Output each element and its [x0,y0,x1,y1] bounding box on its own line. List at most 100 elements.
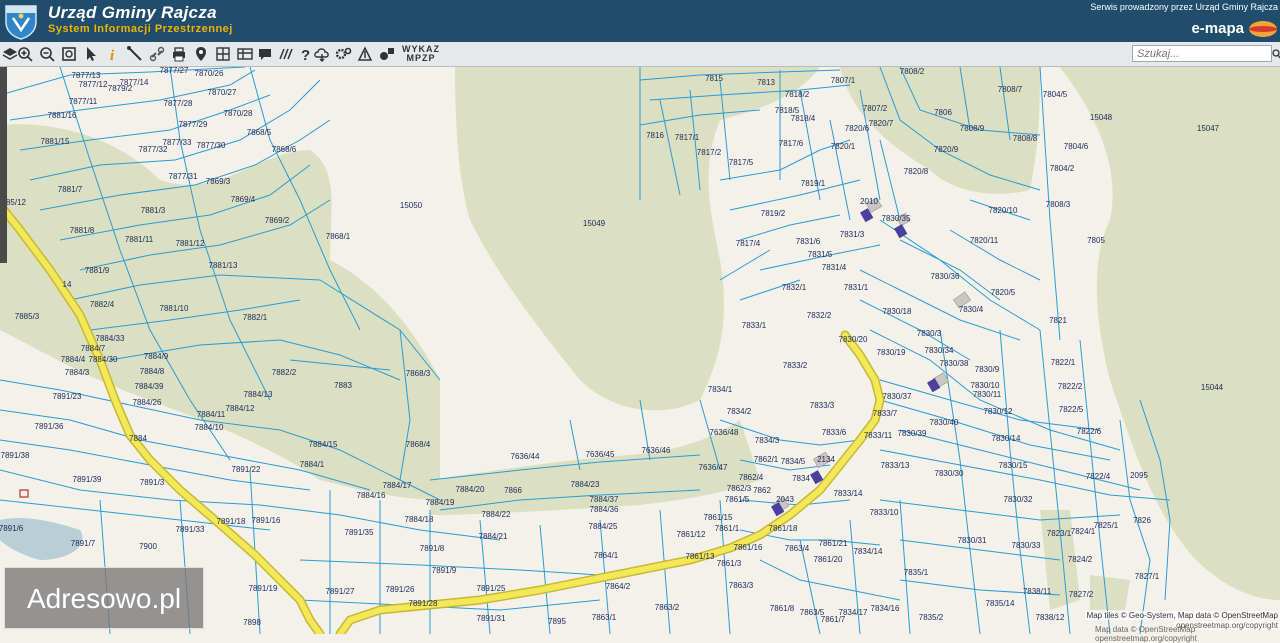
parcel-label: 7881/11 [125,235,154,244]
parcel-label: 7861/12 [677,530,706,539]
parcel-label: 7891/35 [345,528,374,537]
parcel-label: 7884/16 [357,491,386,500]
parcel-label: 7830/9 [975,365,1000,374]
objects-icon[interactable] [378,45,396,63]
parcel-label: 7861/15 [704,513,733,522]
parcel-label: 7830/4 [959,305,984,314]
grid-icon[interactable] [214,45,232,63]
parcel-label: 7882/4 [90,300,115,309]
parcel-label: 7881/12 [176,239,205,248]
parcel-label: 7831/4 [822,263,847,272]
parcel-label: 7822/4 [1086,472,1111,481]
parcel-label: 7884/18 [405,515,434,524]
parcel-label: 7827/2 [1069,590,1094,599]
parcel-label: 7830/20 [839,335,868,344]
settings-icon[interactable] [334,45,352,63]
zoom-out-icon[interactable] [38,45,56,63]
parcel-label: 7884/11 [197,410,226,419]
parcel-label: 7861/1 [715,524,740,533]
parcel-label: 7884/15 [309,440,338,449]
sidebar-toggle[interactable] [0,67,7,263]
parcel-label: 7891/23 [53,392,82,401]
parcel-label: 7833/14 [834,489,863,498]
legend-icon[interactable] [356,45,374,63]
parcel-label: 7830/15 [999,461,1028,470]
attribution[interactable]: Map tiles © Geo-System, Map data © OpenS… [1084,611,1280,620]
info-icon[interactable]: i [104,45,122,64]
parcel-label: 7862/3 [727,484,752,493]
print-icon[interactable] [170,45,188,63]
parcel-label: 7882/2 [272,368,297,377]
parcel-label: 7820/8 [904,167,929,176]
zoom-in-icon[interactable] [16,45,34,63]
parcel-label: 7833/13 [881,461,910,470]
parcel-label: 7831/1 [844,283,869,292]
parcel-label: 7808/2 [900,67,925,76]
emapa-logo-icon[interactable] [1248,20,1278,38]
parcel-label: 7869/4 [231,195,256,204]
parcel-label: 14 [63,280,72,289]
parcel-label: 15047 [1197,124,1220,133]
pointer-icon[interactable] [82,45,100,63]
parcel-label: 7820/10 [989,206,1018,215]
parcel-label: 7824/1 [1071,527,1096,536]
parcel-label: 7877/29 [179,120,208,129]
parcel-label: 7884/20 [456,485,485,494]
help-icon[interactable]: ? [296,45,314,64]
location-icon[interactable] [192,45,210,63]
watermark: Adresowo.pl [4,567,204,629]
parcel-label: 7835/1 [904,568,929,577]
parcel-label: 15048 [1090,113,1113,122]
parcel-label: 7869/3 [206,177,231,186]
parcel-label: 7862/4 [739,473,764,482]
hatch-icon[interactable] [277,45,295,63]
coat-of-arms-logo[interactable] [4,2,38,40]
parcel-label: 7822/6 [1077,427,1102,436]
parcel-label: 7891/27 [326,587,355,596]
parcel-label: 7817/5 [729,158,754,167]
parcel-label: 7877/13 [72,71,101,80]
parcel-label: 7636/47 [699,463,728,472]
cadastral-map[interactable]: 7877/137877/147877/12 7879/27877/27 7870/2… [0,67,1280,634]
parcel-label: 7830/36 [931,272,960,281]
comment-icon[interactable] [256,45,274,63]
table-icon[interactable] [236,45,254,63]
link-icon[interactable] [148,45,166,63]
parcel-label: 7816 [646,131,664,140]
search-input[interactable] [1132,45,1272,62]
parcel-label: 7833/2 [783,361,808,370]
svg-text:i: i [110,48,115,63]
zoom-extent-icon[interactable] [60,45,78,63]
emapa-brand[interactable]: e-mapa [1191,20,1244,37]
parcel-label: 7830/32 [1004,495,1033,504]
map-toolbar: i ? WYKAZ MPZP [0,42,1280,67]
wykaz-mpzp-button[interactable]: WYKAZ MPZP [402,45,440,63]
parcel-label: 7864/1 [594,551,619,560]
parcel-label: 7870/26 [195,69,224,78]
parcel-label: 7861/5 [725,495,750,504]
parcel-label: 7830/12 [984,407,1013,416]
measure-icon[interactable] [126,45,144,63]
parcel-label: 7877/11 [69,97,98,106]
parcel-label: 7877/27 [160,67,189,75]
parcel-label: 7833/10 [870,508,899,517]
parcel-label: 7815 [705,74,723,83]
parcel-label: 7884/21 [479,532,508,541]
parcel-label: 7891/38 [1,451,30,460]
cloud-download-icon[interactable] [313,45,331,63]
parcel-label: 7833/3 [810,401,835,410]
parcel-label: 7834/3 [755,436,780,445]
parcel-label: 7808/3 [1046,200,1071,209]
parcel-label: 7884/36 [590,505,619,514]
parcel-label: 7820/5 [991,288,1016,297]
parcel-label: 7891/19 [249,584,278,593]
parcel-label: 7884/19 [426,498,455,507]
parcel-label: 7882/1 [243,313,268,322]
parcel-label: 7879/2 [108,84,133,93]
parcel-label: 7830/10 [971,381,1000,390]
attribution-osm: Map data © OpenStreetMap openstreetmap.o… [1095,625,1197,643]
parcel-label: 7884/4 [61,355,86,364]
parcel-label: 7868/1 [326,232,351,241]
search-icon[interactable] [1272,46,1280,62]
parcel-label: 7891/31 [477,614,506,623]
